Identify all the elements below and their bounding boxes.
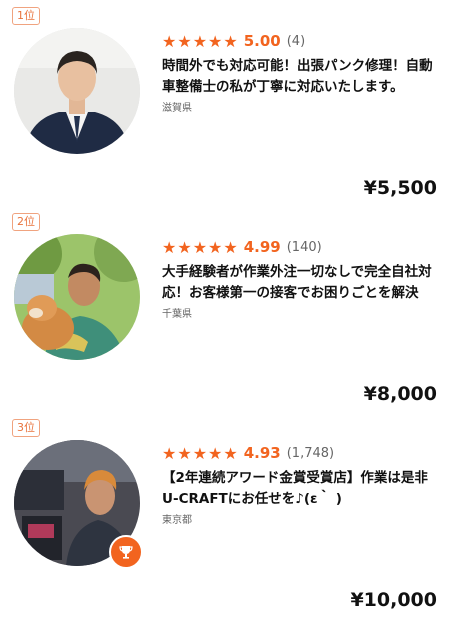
star-rating-icon: ★★★★★ (162, 237, 239, 257)
rank-badge: 1位 (12, 7, 40, 25)
review-count: (4) (286, 33, 306, 49)
prefecture-label: 千葉県 (162, 309, 192, 320)
avatar[interactable] (14, 28, 140, 154)
rating-row: ★★★★★ 4.93 (1,748) (162, 443, 334, 463)
listing-card-3[interactable]: 3位 ★★★★★ 4.93 (1,748) 【2年連続アワード金賞受賞店】作業は… (0, 412, 449, 618)
rating-score: 5.00 (243, 32, 281, 50)
listing-title[interactable]: 時間外でも対応可能！出張パンク修理！自動車整備士の私が丁寧に対応いたします。 (162, 56, 440, 98)
rating-score: 4.93 (243, 444, 281, 462)
avatar[interactable] (14, 234, 140, 360)
listing-title[interactable]: 【2年連続アワード金賞受賞店】作業は是非U-CRAFTにお任せを♪(ε｀ ) (162, 468, 440, 510)
trophy-icon-glyph (119, 546, 133, 559)
prefecture-label: 東京都 (162, 515, 192, 526)
avatar-photo-man-in-suit (14, 28, 140, 154)
avatar-photo-man-with-dog (14, 234, 140, 360)
review-count: (1,748) (286, 445, 335, 461)
listing-title[interactable]: 大手経験者が作業外注一切なしで完全自社対応！お客様第一の接客でお困りごとを解決 (162, 262, 440, 304)
price: ¥5,500 (363, 177, 437, 199)
star-rating-icon: ★★★★★ (162, 443, 239, 463)
price: ¥10,000 (350, 589, 437, 611)
listing-card-1[interactable]: 1位 ★★★★★ 5.00 (4) 時間外でも対応可能！出張パンク修理！自動車整… (0, 0, 449, 206)
prefecture-label: 滋賀県 (162, 103, 192, 114)
rating-score: 4.99 (243, 238, 281, 256)
rating-row: ★★★★★ 4.99 (140) (162, 237, 322, 257)
listing-card-2[interactable]: 2位 ★★★★★ 4.99 (140) 大手経験者が作業外注一切なしで完全自社対… (0, 206, 449, 412)
rank-badge: 3位 (12, 419, 40, 437)
trophy-icon (109, 535, 143, 569)
star-rating-icon: ★★★★★ (162, 31, 239, 51)
rank-badge: 2位 (12, 213, 40, 231)
review-count: (140) (286, 239, 322, 255)
rating-row: ★★★★★ 5.00 (4) (162, 31, 305, 51)
price: ¥8,000 (363, 383, 437, 405)
